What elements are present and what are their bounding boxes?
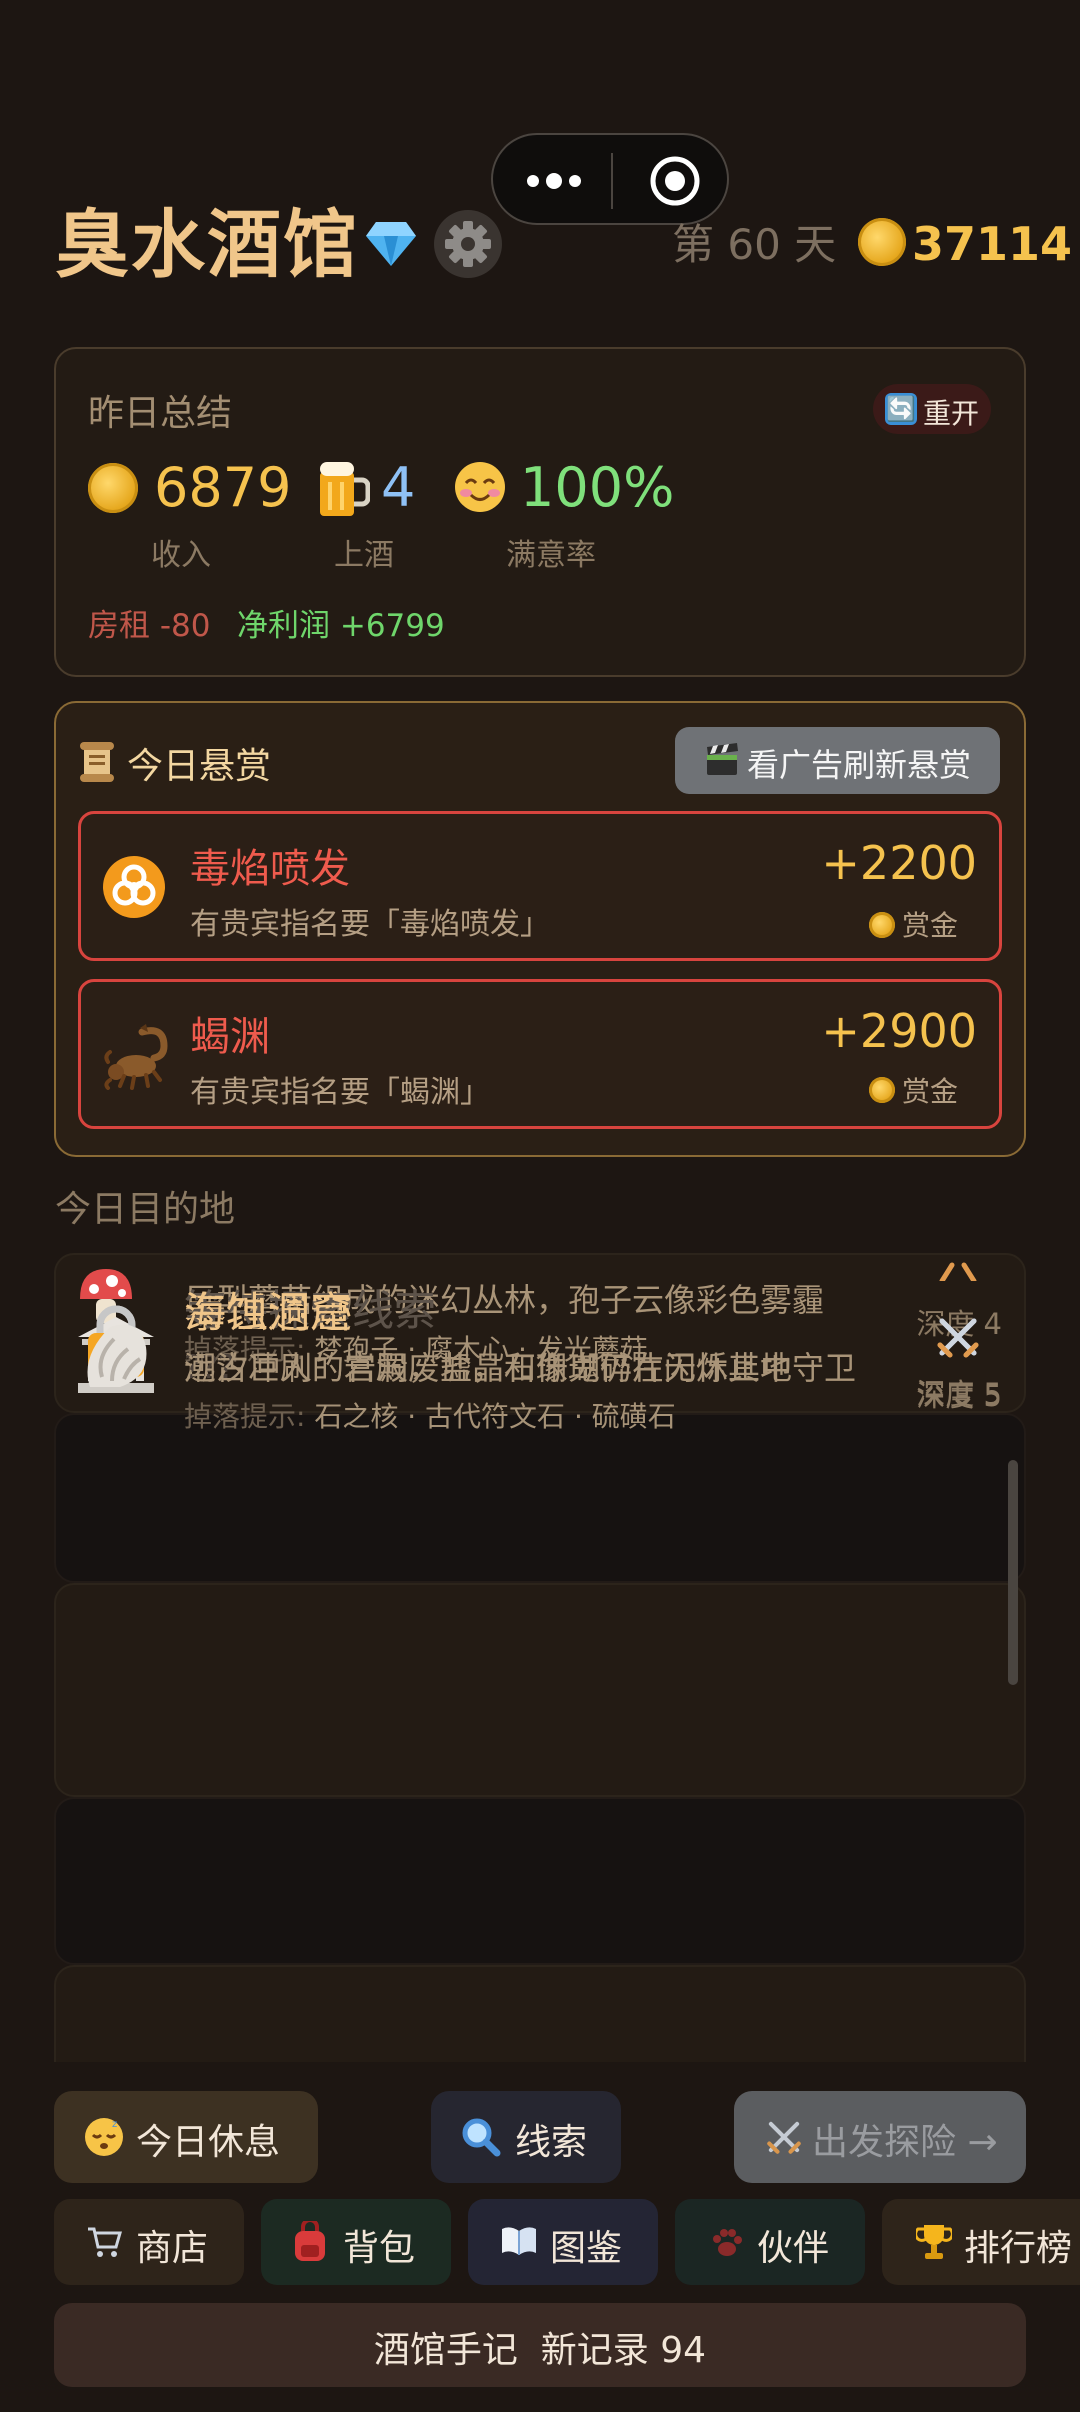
bounty-name: 蝎渊	[190, 1014, 270, 1060]
watch-ad-refresh-button[interactable]: 看广告刷新悬赏	[675, 727, 1000, 794]
destination-list[interactable]: 巨型蘑菇组成的迷幻丛林，孢子云像彩色雾霾 掉落提示: 梦孢子 · 腐木心 · 发…	[54, 1253, 1026, 2063]
income-label: 收入	[151, 538, 211, 573]
coin-icon	[858, 218, 906, 266]
trophy-icon	[916, 2225, 952, 2259]
nav-codex[interactable]: 图鉴	[468, 2199, 658, 2285]
gear-icon	[445, 221, 491, 267]
nav-bag-label: 背包	[343, 2228, 416, 2269]
scrollbar[interactable]	[1008, 1460, 1018, 1685]
destination-depth: 深度 5	[916, 1379, 1002, 1413]
nav-ranking[interactable]: 排行榜	[882, 2199, 1080, 2285]
svg-text:z: z	[112, 2119, 117, 2130]
tavern-title: 臭水酒馆	[55, 202, 359, 288]
bounty-name: 毒焰喷发	[190, 846, 350, 892]
nav-shop-label: 商店	[136, 2228, 209, 2269]
backpack-icon	[295, 2221, 325, 2261]
destinations-title: 今日目的地	[55, 1189, 236, 1230]
smiling-face-icon	[455, 462, 505, 512]
nav-shop[interactable]: 商店	[54, 2199, 244, 2285]
nav-codex-label: 图鉴	[550, 2228, 623, 2269]
rent-text: 房租 -80	[88, 608, 211, 644]
biohazard-icon	[103, 856, 165, 918]
magnifier-icon	[462, 2118, 501, 2157]
destination-desc: 潮汐冲刷的岩洞，盐晶和珊瑚碎片闪烁其中	[184, 1349, 793, 1387]
drop-hint-items: 石之核 · 古代符文石 · 硫磺石	[314, 1400, 676, 1433]
satisfaction-value: 100%	[520, 456, 675, 519]
bounty-item[interactable]: 蝎渊 有贵宾指名要「蝎渊」 +2900 赏金	[78, 979, 1002, 1129]
nav-ranking-label: 排行榜	[964, 2228, 1073, 2269]
day-counter: 第 60 天	[672, 220, 837, 269]
crossed-swords-icon	[939, 1262, 977, 1281]
refresh-icon: 🔄	[885, 393, 917, 425]
diamond-icon[interactable]	[366, 220, 416, 266]
restart-label: 重开	[923, 397, 980, 430]
beer-label: 上酒	[334, 538, 394, 573]
shell-icon	[87, 1324, 147, 1387]
more-icon[interactable]	[523, 161, 585, 201]
close-miniprogram-icon[interactable]	[649, 155, 701, 207]
rest-today-label: 今日休息	[136, 2122, 281, 2163]
destination-drop-hint: 掉落提示: 石之核 · 古代符文石 · 硫磺石	[184, 1395, 676, 1435]
scorpion-icon	[104, 1024, 168, 1090]
crossed-swords-icon	[937, 1318, 979, 1358]
journal-label: 酒馆手记 新记录 94	[373, 2330, 707, 2371]
bounty-amount: +2200	[821, 836, 977, 890]
bounty-amount: +2900	[821, 1004, 977, 1058]
paw-icon	[713, 2229, 742, 2256]
nav-partner-label: 伙伴	[757, 2228, 830, 2269]
income-coin-icon	[88, 463, 138, 513]
settings-button[interactable]	[434, 210, 502, 278]
reward-coin-icon	[869, 912, 895, 938]
clues-label: 线索	[515, 2122, 588, 2163]
beer-value: 4	[381, 456, 416, 519]
miniprogram-capsule	[491, 133, 729, 225]
destination-item-locked: 等待探索线索 ???	[54, 1286, 1026, 1583]
watch-ad-label: 看广告刷新悬赏	[747, 746, 972, 784]
destination-name: 海蚀洞窟	[184, 1288, 353, 1337]
satisfaction-label: 满意率	[506, 538, 596, 573]
nav-bag[interactable]: 背包	[261, 2199, 451, 2285]
reward-label: 赏金	[902, 1075, 959, 1108]
bounty-desc: 有贵宾指名要「毒焰喷发」	[190, 907, 550, 942]
sleeping-face-icon: z	[85, 2118, 123, 2156]
reward-label: 赏金	[902, 909, 959, 942]
bounty-item[interactable]: 毒焰喷发 有贵宾指名要「毒焰喷发」 +2200 赏金	[78, 811, 1002, 961]
bounty-title: 今日悬赏	[127, 746, 272, 787]
clapper-icon	[707, 743, 738, 775]
beer-mug-icon	[320, 462, 370, 516]
destination-item[interactable]: 海蚀洞窟 潮汐冲刷的岩洞，盐晶和珊瑚碎片闪烁其中 深度 5	[54, 1288, 1026, 2063]
book-icon	[502, 2227, 536, 2255]
clues-button[interactable]: 线索	[431, 2091, 621, 2183]
destination-item-locked: 等待探索线索 ???	[54, 1286, 1026, 1965]
gold-amount: 37114	[912, 217, 1073, 271]
drop-hint-prefix: 掉落提示:	[184, 1400, 306, 1433]
bounty-desc: 有贵宾指名要「蝎渊」	[190, 1075, 490, 1110]
cart-icon	[88, 2227, 122, 2257]
scroll-icon	[80, 742, 114, 782]
start-explore-label: 出发探险 →	[812, 2122, 998, 2163]
income-value: 6879	[154, 456, 292, 519]
capsule-divider	[611, 153, 613, 209]
reward-coin-icon	[869, 1077, 895, 1103]
start-explore-button[interactable]: 出发探险 →	[734, 2091, 1026, 2183]
destination-item[interactable]: 泰坦遗迹 远古巨人的宫殿废墟，石像鬼仍在无休止地守卫 掉落提示: 石之核 · 古…	[54, 1288, 1026, 1797]
tavern-journal-button[interactable]: 酒馆手记 新记录 94	[54, 2303, 1026, 2387]
summary-title: 昨日总结	[88, 393, 233, 434]
crossed-swords-icon	[767, 2121, 801, 2154]
rest-today-button[interactable]: z 今日休息	[54, 2091, 318, 2183]
net-profit-text: 净利润 +6799	[237, 608, 445, 644]
nav-partner[interactable]: 伙伴	[675, 2199, 865, 2285]
restart-button[interactable]: 🔄 重开	[873, 384, 991, 434]
